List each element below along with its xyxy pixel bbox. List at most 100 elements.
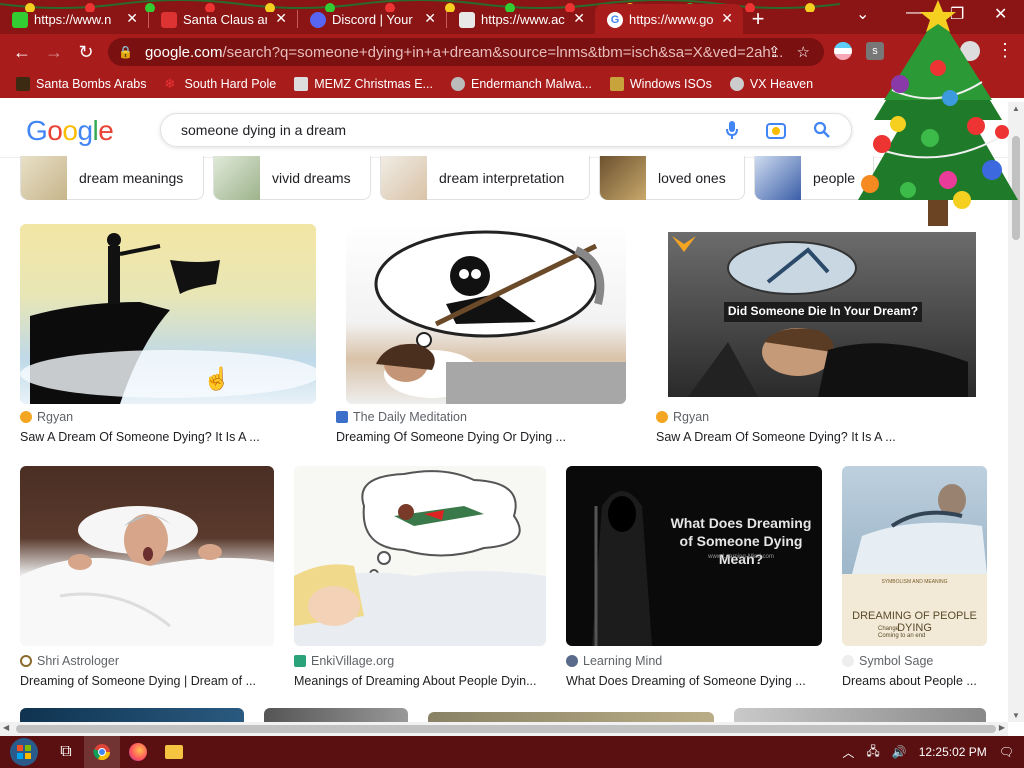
frightened-man-in-bed-image	[20, 506, 274, 646]
result-source[interactable]: Rgyan	[656, 410, 709, 424]
scroll-down-icon[interactable]: ▼	[1012, 711, 1020, 720]
restore-icon[interactable]: ❐	[950, 4, 964, 24]
profile-avatar-icon[interactable]	[960, 41, 980, 61]
result-source[interactable]: Learning Mind	[566, 654, 662, 668]
file-explorer-icon[interactable]	[156, 736, 192, 768]
result-source[interactable]: EnkiVillage.org	[294, 654, 394, 668]
result-title[interactable]: Saw A Dream Of Someone Dying? It Is A ..…	[20, 430, 316, 444]
close-icon[interactable]: ✕	[275, 10, 287, 27]
chrome-taskbar-icon[interactable]	[84, 736, 120, 768]
address-bar[interactable]: 🔒 google.com/search?q=someone+dying+in+a…	[108, 38, 824, 66]
forward-arrow-icon[interactable]: →	[38, 42, 70, 63]
hand-cursor-icon: ☝	[203, 366, 231, 391]
result-image-partial[interactable]	[264, 708, 408, 722]
microphone-icon[interactable]	[725, 120, 739, 140]
volume-icon[interactable]: 🔊	[892, 745, 907, 759]
scrollbar-thumb[interactable]	[1012, 136, 1020, 240]
result-image[interactable]	[346, 224, 626, 404]
tab-1[interactable]: https://www.n ✕	[0, 4, 148, 34]
result-source[interactable]: The Daily Meditation	[336, 410, 467, 424]
bookmark-item[interactable]: VX Heaven	[729, 77, 813, 91]
bookmark-item[interactable]: ❄ South Hard Pole	[164, 77, 276, 92]
new-tab-button[interactable]: +	[743, 6, 773, 32]
result-title[interactable]: What Does Dreaming of Someone Dying ...	[566, 674, 822, 688]
result-image-partial[interactable]	[20, 708, 244, 722]
bookmark-item[interactable]: Santa Bombs Arabs	[16, 77, 146, 91]
result-image[interactable]: Did Someone Die In Your Dream?	[668, 232, 976, 397]
chip-dream-meanings[interactable]: dream meanings	[20, 155, 204, 200]
clock[interactable]: 12:25:02 PM	[919, 745, 987, 759]
search-input[interactable]: someone dying in a dream	[160, 113, 852, 147]
tab-search-icon[interactable]: ⌄	[856, 4, 869, 24]
bookmark-item[interactable]: MEMZ Christmas E...	[294, 77, 433, 91]
extension-flag-icon[interactable]	[834, 42, 852, 60]
result-image[interactable]	[20, 224, 316, 404]
result-image-partial[interactable]	[734, 708, 986, 722]
bookmark-star-icon[interactable]: ☆	[797, 43, 810, 61]
result-source[interactable]: Rgyan	[20, 410, 73, 424]
chip-thumbnail	[381, 155, 427, 200]
result-title[interactable]: Dreams about People ...	[842, 674, 988, 688]
back-arrow-icon[interactable]: ←	[6, 42, 38, 63]
result-image[interactable]: SYMBOLISM AND MEANING DREAMING OF PEOPLE…	[842, 466, 987, 646]
close-window-icon[interactable]: ✕	[994, 4, 1007, 24]
url-path: /search?q=someone+dying+in+a+dream&sourc…	[222, 43, 784, 61]
result-card[interactable]: SYMBOLISM AND MEANING DREAMING OF PEOPLE…	[842, 466, 988, 690]
scroll-right-icon[interactable]: ▶	[999, 723, 1005, 732]
vertical-scrollbar[interactable]: ▲ ▼	[1008, 102, 1024, 722]
tab-5-active[interactable]: G https://www.goo ✕	[595, 4, 743, 34]
result-title[interactable]: Dreaming Of Someone Dying Or Dying ...	[336, 430, 632, 444]
chip-vivid-dreams[interactable]: vivid dreams	[213, 155, 371, 200]
chevron-up-icon[interactable]: ︿	[842, 744, 854, 761]
tab-2[interactable]: Santa Claus an ✕	[149, 4, 297, 34]
menu-kebab-icon[interactable]: ⋮	[996, 40, 1014, 61]
task-view-icon[interactable]: ⧉	[48, 736, 84, 768]
google-logo[interactable]: Google	[26, 115, 114, 147]
search-icon[interactable]	[813, 121, 831, 139]
close-icon[interactable]: ✕	[424, 10, 436, 27]
bookmark-item[interactable]: Windows ISOs	[609, 77, 712, 91]
camera-lens-icon[interactable]	[765, 120, 787, 140]
chip-loved-ones[interactable]: loved ones	[599, 155, 745, 200]
result-title[interactable]: Saw A Dream Of Someone Dying? It Is A ..…	[656, 430, 976, 444]
scroll-left-icon[interactable]: ◀	[3, 723, 9, 732]
reload-icon[interactable]: ↻	[70, 42, 102, 63]
result-title[interactable]: Dreaming of Someone Dying | Dream of ...	[20, 674, 274, 688]
start-button[interactable]	[0, 736, 48, 768]
logo-letter: g	[77, 115, 93, 146]
result-card[interactable]: Did Someone Die In Your Dream? Rgyan Saw…	[656, 224, 986, 446]
tab-3[interactable]: Discord | Your P ✕	[298, 4, 446, 34]
result-source[interactable]: Shri Astrologer	[20, 654, 119, 668]
horizontal-scrollbar[interactable]: ◀ ▶	[0, 722, 1008, 736]
astrologer-icon	[20, 655, 32, 667]
close-icon[interactable]: ✕	[126, 10, 138, 27]
extension-s-icon[interactable]: s	[866, 42, 884, 60]
network-icon[interactable]: 🖧	[866, 742, 879, 763]
result-image[interactable]: What Does Dreaming of Someone Dying Mean…	[566, 466, 822, 646]
chip-people[interactable]: people	[754, 155, 874, 200]
image-overlay-bullets: Change Coming to an end	[878, 626, 925, 640]
result-title[interactable]: Meanings of Dreaming About People Dyin..…	[294, 674, 548, 688]
tab-4[interactable]: https://www.ac ✕	[447, 4, 595, 34]
notifications-icon[interactable]: 🗨	[999, 745, 1014, 759]
result-card[interactable]: EnkiVillage.org Meanings of Dreaming Abo…	[294, 466, 548, 690]
bookmark-item[interactable]: Endermanch Malwa...	[450, 77, 592, 91]
result-source[interactable]: Symbol Sage	[842, 654, 933, 668]
scrollbar-thumb[interactable]	[16, 725, 996, 733]
share-icon[interactable]: ⇪	[768, 43, 781, 61]
result-card[interactable]: The Daily Meditation Dreaming Of Someone…	[336, 224, 636, 446]
result-card[interactable]: Shri Astrologer Dreaming of Someone Dyin…	[20, 466, 274, 690]
google-header: Google someone dying in a dream	[0, 102, 1024, 158]
result-card[interactable]: Rgyan Saw A Dream Of Someone Dying? It I…	[20, 224, 320, 446]
firefox-taskbar-icon[interactable]	[120, 736, 156, 768]
close-icon[interactable]: ✕	[573, 10, 585, 27]
scroll-up-icon[interactable]: ▲	[1012, 104, 1020, 113]
result-image[interactable]	[20, 466, 274, 646]
result-image[interactable]	[294, 466, 546, 646]
result-image-partial[interactable]	[428, 712, 714, 722]
close-icon[interactable]: ✕	[721, 10, 733, 27]
chip-dream-interpretation[interactable]: dream interpretation	[380, 155, 590, 200]
minimize-icon[interactable]: —	[906, 4, 922, 22]
lock-icon[interactable]: 🔒	[118, 45, 133, 59]
result-card[interactable]: What Does Dreaming of Someone Dying Mean…	[566, 466, 822, 690]
